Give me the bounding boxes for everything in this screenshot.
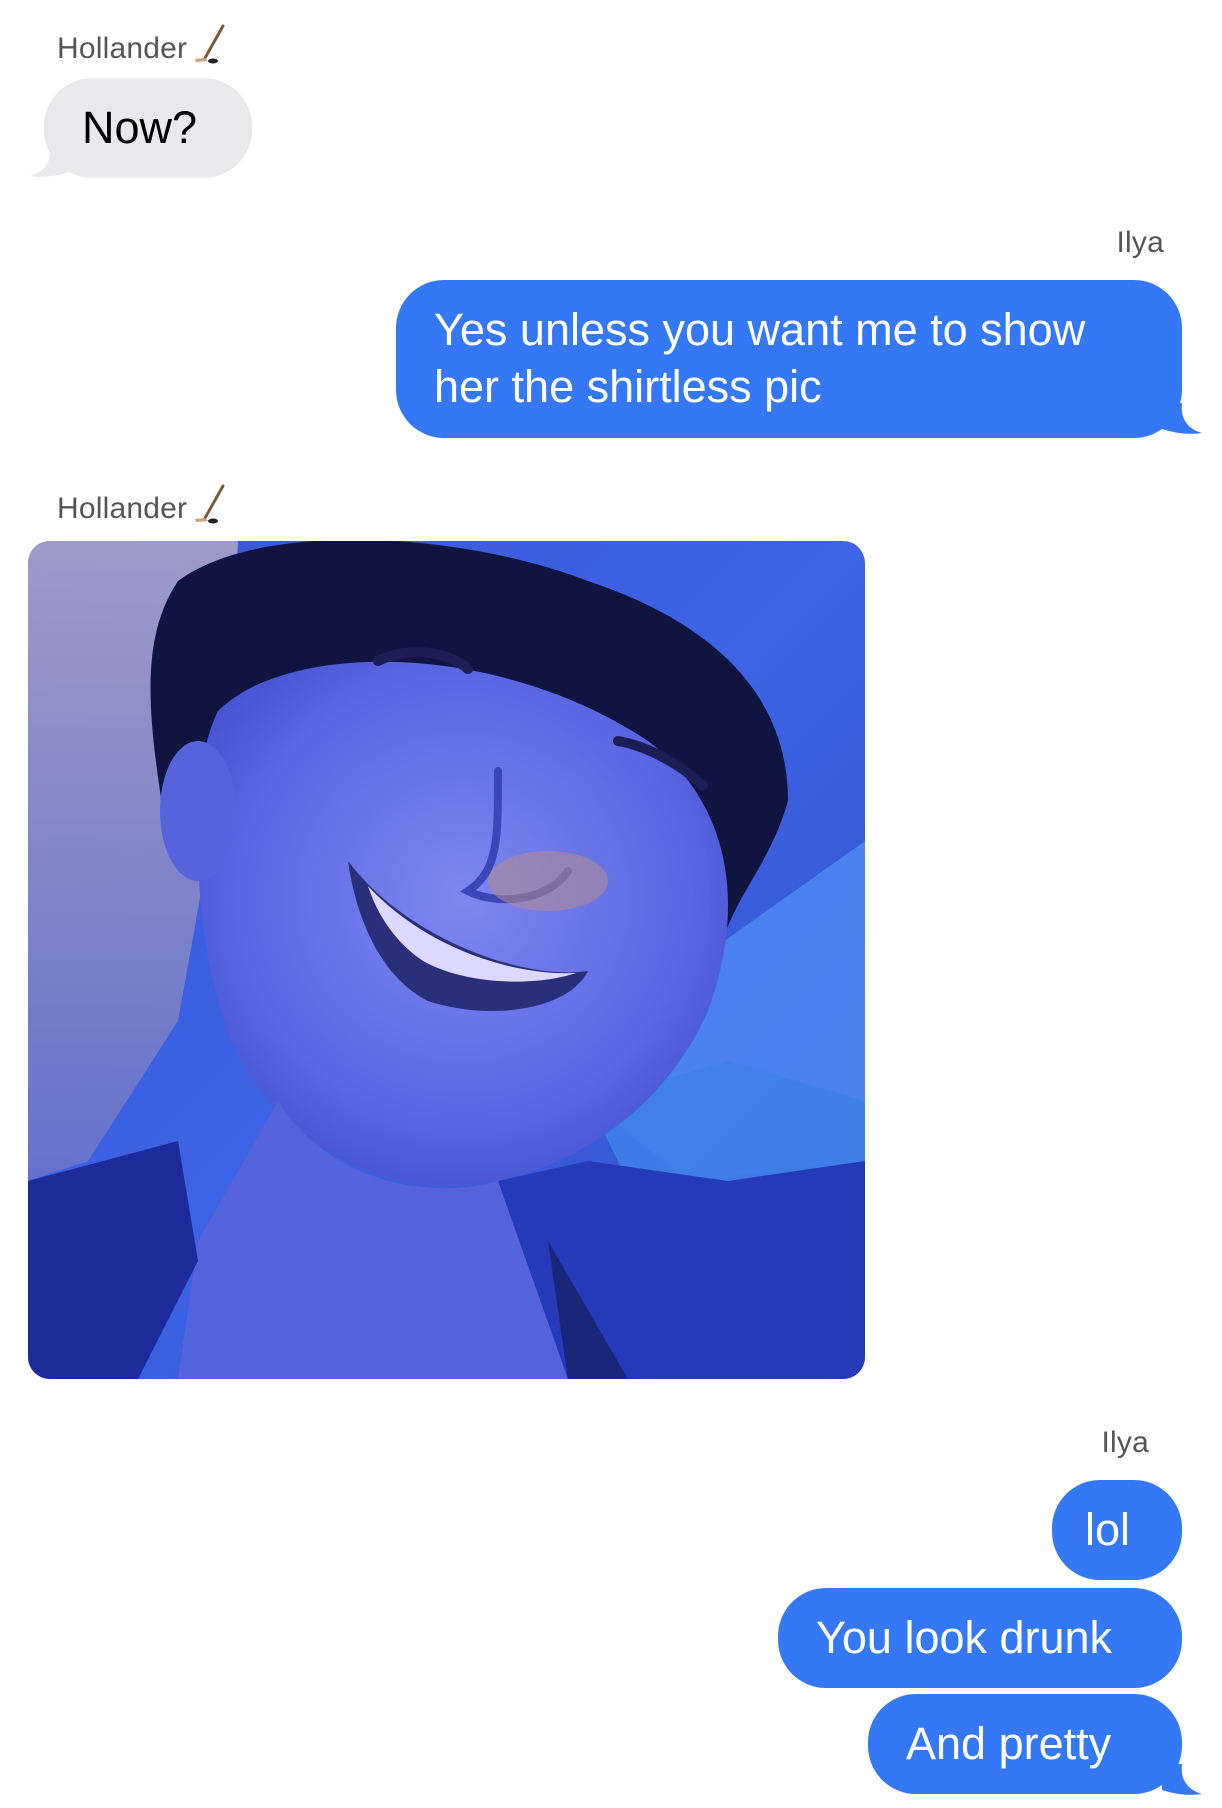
photo-image xyxy=(28,541,865,1379)
message-bubble-and-pretty[interactable]: And pretty xyxy=(868,1694,1182,1794)
message-text-line-1: Yes unless you want me to show xyxy=(434,304,1086,355)
sender-name-text: Ilya xyxy=(1101,1426,1149,1459)
message-text: And pretty xyxy=(906,1718,1112,1769)
sender-name-ilya: Ilya xyxy=(1117,226,1165,260)
message-bubble-shirtless[interactable]: Yes unless you want me to show her the s… xyxy=(396,280,1182,438)
sender-name-ilya: Ilya xyxy=(1102,1426,1150,1460)
message-bubble-you-look-drunk[interactable]: You look drunk xyxy=(778,1588,1182,1688)
sender-name-text: Ilya xyxy=(1116,226,1164,259)
sender-name-hollander: Hollander xyxy=(57,484,227,532)
message-text: You look drunk xyxy=(816,1612,1113,1663)
ice-hockey-stick-icon xyxy=(193,24,227,72)
photo-attachment[interactable] xyxy=(28,541,865,1379)
sender-name-text: Hollander xyxy=(57,492,188,525)
message-bubble-lol[interactable]: lol xyxy=(1052,1480,1182,1580)
message-text: lol xyxy=(1085,1504,1131,1555)
sender-name-text: Hollander xyxy=(57,32,188,65)
ice-hockey-stick-icon xyxy=(193,484,227,532)
message-text-line-2: her the shirtless pic xyxy=(434,361,822,412)
message-bubble-now[interactable]: Now? xyxy=(44,78,252,178)
message-text: Now? xyxy=(82,102,198,153)
sender-name-hollander: Hollander xyxy=(57,24,227,72)
